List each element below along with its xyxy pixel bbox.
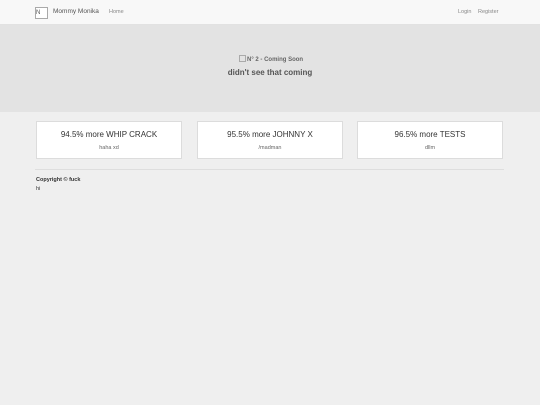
brand-name[interactable]: Mommy Monika xyxy=(53,8,99,15)
broken-image-icon xyxy=(239,55,246,62)
footer-note: hi xyxy=(36,186,41,192)
brand-logo-image[interactable]: N xyxy=(35,7,48,19)
feature-card: 96.5% more TESTS dllm xyxy=(357,121,503,159)
feature-card: 94.5% more WHIP CRACK haha xd xyxy=(36,121,182,159)
nav-home-link[interactable]: Home xyxy=(109,9,124,15)
footer-copyright: Copyright © fuck xyxy=(36,177,81,183)
footer-divider xyxy=(35,169,504,170)
hero-subtitle: didn't see that coming xyxy=(227,68,313,77)
card-subtitle: haha xd xyxy=(99,145,119,151)
card-title: 95.5% more JOHNNY X xyxy=(227,130,313,139)
card-title: 94.5% more WHIP CRACK xyxy=(60,130,158,139)
hero-section: N° 2 - Coming Soon didn't see that comin… xyxy=(0,25,540,112)
card-subtitle: /madman xyxy=(258,145,282,151)
hero-image-alt: N° 2 - Coming Soon xyxy=(247,57,304,63)
brand-logo-alt: N xyxy=(36,10,41,16)
card-subtitle: dllm xyxy=(424,145,436,151)
navbar: N Mommy Monika Home Login Register xyxy=(0,0,540,25)
nav-register-link[interactable]: Register xyxy=(478,9,498,15)
card-title: 96.5% more TESTS xyxy=(394,130,466,139)
feature-card: 95.5% more JOHNNY X /madman xyxy=(197,121,343,159)
hero-broken-image: N° 2 - Coming Soon xyxy=(239,55,303,63)
nav-login-link[interactable]: Login xyxy=(458,9,471,15)
